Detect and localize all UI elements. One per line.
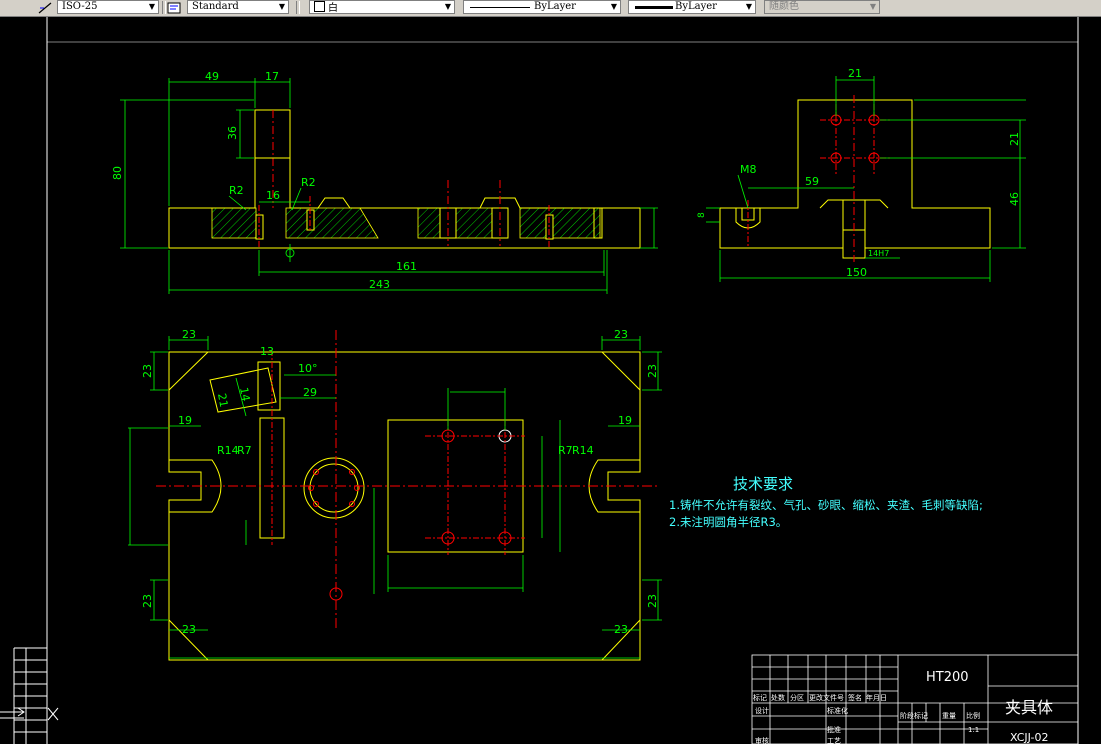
tb-label-stage: 阶段标记	[900, 712, 928, 720]
drawing-frame	[13, 17, 1079, 744]
cad-drawing[interactable]: 49 17 36 80 R2 16 R2 161 243 21 21 46 M8…	[0, 17, 1101, 744]
tech-requirement-1: 1.铸件不允许有裂纹、气孔、砂眼、缩松、夹渣、毛刺等缺陷;	[669, 498, 983, 512]
top-view	[156, 330, 660, 661]
side-view-dimensions	[706, 76, 1026, 282]
dim-top-21: 21	[215, 392, 230, 408]
dim-top-23-g: 23	[182, 623, 196, 636]
linetype-value: ByLayer	[534, 1, 576, 12]
dim-top-r14-right: R14	[572, 444, 594, 457]
tech-requirement-2: 2.未注明圆角半径R3。	[669, 515, 788, 529]
dim-top-r14-left: R14	[217, 444, 239, 457]
material-label: HT200	[926, 670, 969, 685]
dim-side-21-right: 21	[1008, 132, 1021, 146]
color-swatch-icon	[314, 1, 325, 12]
tb-label-date: 年月日	[866, 694, 887, 702]
dim-243: 243	[369, 278, 390, 291]
dim-top-29: 29	[303, 386, 317, 399]
dim-150: 150	[846, 266, 867, 279]
dim-top-10deg: 10°	[298, 362, 318, 375]
toolbar-separator	[296, 1, 300, 14]
dim-r2-right: R2	[301, 176, 316, 189]
top-view-dimensions	[128, 336, 662, 659]
dim-17: 17	[265, 70, 279, 83]
cad-window: ISO-25 ▼ Standard ▼ 白 ▼ ByLayer ▼ ByLayer ▼ 随…	[0, 0, 1101, 744]
tb-label-change-doc: 更改文件号	[809, 694, 844, 702]
dim-top-19-right: 19	[618, 414, 632, 427]
dim-top-23-d: 23	[646, 364, 659, 378]
part-name-label: 夹具体	[1005, 698, 1054, 717]
dim-top-23-a: 23	[182, 328, 196, 341]
dim-top-23-e: 23	[141, 594, 154, 608]
dim-16: 16	[266, 189, 280, 202]
linetype-sample-icon	[470, 7, 530, 8]
dim-49: 49	[205, 70, 219, 83]
dim-top-r7-left: R7	[237, 444, 252, 457]
dimension-style-select[interactable]: ISO-25 ▼	[57, 0, 159, 14]
tb-label-zone: 分区	[790, 694, 804, 702]
tb-label-review: 审核	[755, 737, 769, 744]
text-style-select[interactable]: Standard ▼	[187, 0, 289, 14]
tb-label-weight: 重量	[942, 712, 956, 720]
dim-r2-left: R2	[229, 184, 244, 197]
chevron-down-icon: ▼	[444, 2, 451, 11]
dim-m8: M8	[740, 163, 757, 176]
dim-top-r7-right: R7	[558, 444, 573, 457]
dim-80: 80	[111, 166, 124, 180]
linetype-select[interactable]: ByLayer ▼	[463, 0, 621, 14]
front-view-dimensions	[120, 78, 658, 294]
lineweight-sample-icon	[635, 6, 673, 9]
tb-label-process: 工艺	[827, 737, 841, 744]
dim-36: 36	[226, 126, 239, 140]
drawing-area[interactable]: 49 17 36 80 R2 16 R2 161 243 21 21 46 M8…	[0, 17, 1101, 744]
text-style-icon[interactable]	[167, 1, 181, 14]
dim-side-21-top: 21	[848, 67, 862, 80]
dim-59: 59	[805, 175, 819, 188]
dimension-style-icon[interactable]	[38, 1, 52, 14]
dim-top-23-b: 23	[614, 328, 628, 341]
lineweight-select[interactable]: ByLayer ▼	[628, 0, 756, 14]
tb-label-scale: 比例	[966, 712, 980, 720]
tech-requirements-title: 技术要求	[733, 475, 794, 493]
chevron-down-icon: ▼	[745, 2, 752, 11]
lineweight-value: ByLayer	[675, 1, 717, 12]
plotstyle-value: 随颜色	[769, 1, 799, 12]
dim-161: 161	[396, 260, 417, 273]
dim-8: 8	[697, 212, 707, 218]
chevron-down-icon: ▼	[148, 2, 155, 11]
dim-top-23-f: 23	[646, 594, 659, 608]
color-value: 白	[328, 3, 338, 14]
chevron-down-icon: ▼	[278, 2, 285, 11]
dim-top-13: 13	[260, 345, 274, 358]
color-select[interactable]: 白 ▼	[309, 0, 455, 14]
dim-top-19-left: 19	[178, 414, 192, 427]
dim-side-46: 46	[1008, 192, 1021, 206]
dim-14h7: 14H7	[868, 249, 889, 258]
chevron-down-icon: ▼	[610, 2, 617, 11]
tb-label-mark: 标记	[753, 694, 767, 702]
tb-label-count: 处数	[771, 694, 785, 702]
ucs-icon	[0, 707, 59, 721]
scale-value: 1:1	[968, 726, 980, 734]
drawing-number-label: XCJJ-02	[1010, 731, 1049, 744]
dim-top-23-c: 23	[141, 364, 154, 378]
properties-toolbar: ISO-25 ▼ Standard ▼ 白 ▼ ByLayer ▼ ByLayer ▼ 随…	[0, 0, 1101, 17]
toolbar-separator	[162, 1, 166, 14]
tb-label-standard: 标准化	[827, 707, 848, 715]
dimension-style-value: ISO-25	[62, 1, 98, 12]
dim-top-14: 14	[237, 386, 252, 402]
tb-label-sign: 签名	[848, 694, 862, 702]
tb-label-design: 设计	[755, 707, 769, 715]
text-style-value: Standard	[192, 1, 239, 12]
tb-label-approve: 批准	[827, 726, 841, 734]
dim-top-23-h: 23	[614, 623, 628, 636]
plotstyle-select: 随颜色 ▼	[764, 0, 880, 14]
chevron-down-icon: ▼	[869, 2, 876, 11]
